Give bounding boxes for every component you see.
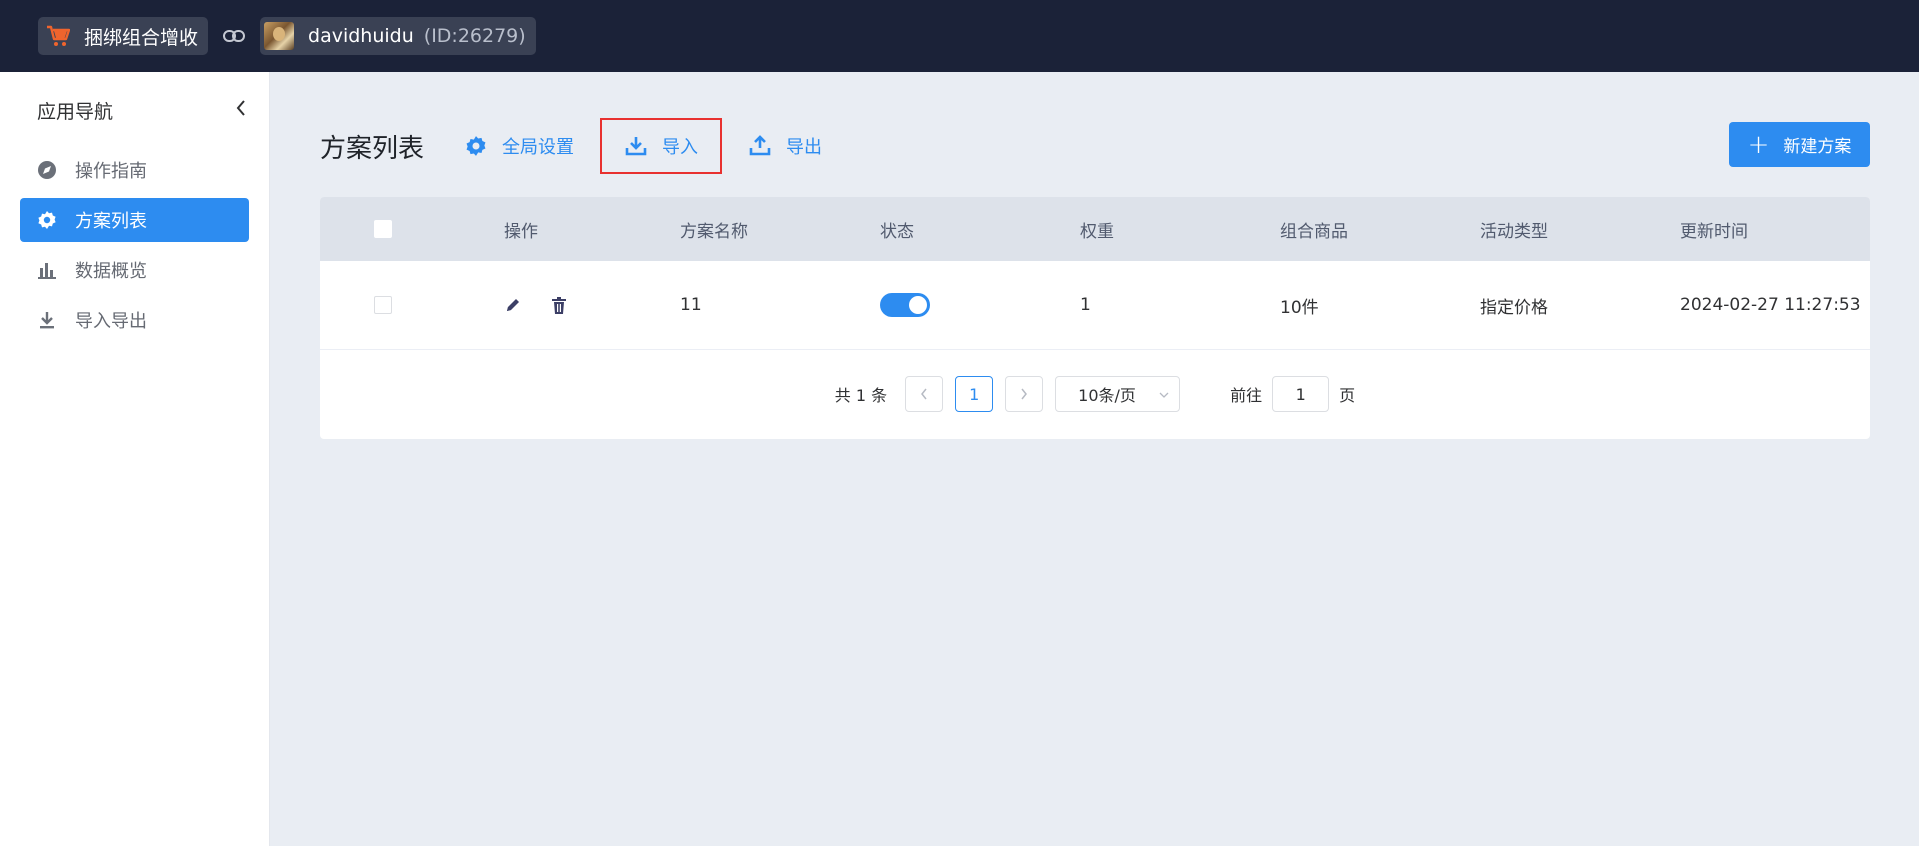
username: davidhuidu <box>308 25 414 47</box>
page-size-value: 10条/页 <box>1078 386 1136 405</box>
import-icon <box>624 134 648 158</box>
pagination: 共 1 条 1 10条/页 前往 1 页 <box>320 350 1870 438</box>
bar-chart-icon <box>36 259 58 281</box>
next-page-button[interactable] <box>1005 376 1044 412</box>
export-label: 导出 <box>786 137 823 158</box>
column-header: 操作 <box>504 221 538 242</box>
table-header: 操作 方案名称 状态 权重 组合商品 活动类型 更新时间 <box>320 197 1870 261</box>
edit-pencil-icon[interactable] <box>504 296 522 314</box>
table-row: 11 1 10件 指定价格 2024-02-27 11:27:53 <box>320 261 1870 350</box>
import-label: 导入 <box>662 137 699 158</box>
sidebar-header: 应用导航 <box>0 72 269 148</box>
column-header: 权重 <box>1080 221 1114 242</box>
export-button[interactable]: 导出 <box>726 118 844 174</box>
column-header: 方案名称 <box>680 221 748 242</box>
goto-suffix: 页 <box>1339 386 1356 405</box>
prev-page-button[interactable] <box>905 376 944 412</box>
sidebar-item-plan-list[interactable]: 方案列表 <box>20 198 249 242</box>
activity-type-cell: 指定价格 <box>1480 297 1548 318</box>
collapse-chevron-icon[interactable] <box>235 99 247 122</box>
sidebar-item-label: 方案列表 <box>75 211 147 232</box>
chevron-down-icon <box>1159 387 1169 401</box>
sidebar: 应用导航 操作指南 方案列表 数据概览 导入导出 <box>0 72 270 846</box>
sidebar-item-data-overview[interactable]: 数据概览 <box>20 248 249 292</box>
avatar <box>264 22 295 50</box>
column-header: 活动类型 <box>1480 221 1548 242</box>
import-button[interactable]: 导入 <box>600 118 723 174</box>
pagination-total: 共 1 条 <box>834 386 888 405</box>
plus-icon: + <box>1747 129 1770 160</box>
gear-icon <box>464 134 488 158</box>
sidebar-item-label: 导入导出 <box>75 311 147 332</box>
weight-cell: 1 <box>1080 295 1091 315</box>
goto-prefix: 前往 <box>1230 386 1263 405</box>
cart-icon <box>46 24 70 48</box>
new-plan-button[interactable]: + 新建方案 <box>1729 122 1870 167</box>
app-name: 捆绑组合增收 <box>84 26 199 49</box>
column-header: 组合商品 <box>1280 221 1348 242</box>
top-bar: 捆绑组合增收 davidhuidu (ID:26279) <box>0 0 1919 72</box>
export-icon <box>748 134 772 158</box>
column-header: 更新时间 <box>1680 221 1748 242</box>
status-toggle[interactable] <box>880 293 930 317</box>
sidebar-item-guide[interactable]: 操作指南 <box>20 148 249 192</box>
new-plan-label: 新建方案 <box>1783 137 1852 157</box>
link-icon <box>222 24 246 48</box>
page-size-select[interactable]: 10条/页 <box>1055 376 1181 412</box>
user-badge[interactable]: davidhuidu (ID:26279) <box>260 17 536 55</box>
page-title: 方案列表 <box>320 133 425 164</box>
page-number-button[interactable]: 1 <box>955 376 994 412</box>
toolbar: 方案列表 全局设置 导入 导出 <box>320 118 844 174</box>
sidebar-item-import-export[interactable]: 导入导出 <box>20 298 249 342</box>
global-settings-button[interactable]: 全局设置 <box>464 118 596 174</box>
column-header: 状态 <box>880 221 914 242</box>
sidebar-item-label: 操作指南 <box>75 161 147 182</box>
row-checkbox[interactable] <box>374 296 392 314</box>
main-content: 方案列表 全局设置 导入 导出 + 新建方案 操作 方案名称 状态 权重 组合商… <box>270 72 1919 846</box>
download-icon <box>36 309 58 331</box>
products-cell: 10件 <box>1280 297 1319 318</box>
plan-name-cell: 11 <box>680 295 702 315</box>
app-badge[interactable]: 捆绑组合增收 <box>38 17 209 55</box>
goto-page-input[interactable]: 1 <box>1272 376 1330 412</box>
delete-trash-icon[interactable] <box>550 296 568 314</box>
user-id: (ID:26279) <box>423 25 526 47</box>
select-all-checkbox[interactable] <box>374 220 392 238</box>
sidebar-title: 应用导航 <box>37 100 114 123</box>
global-settings-label: 全局设置 <box>502 137 575 158</box>
plan-table: 操作 方案名称 状态 权重 组合商品 活动类型 更新时间 11 1 10件 指定… <box>320 197 1870 439</box>
sidebar-item-label: 数据概览 <box>75 261 147 282</box>
updated-time-cell: 2024-02-27 11:27:53 <box>1680 295 1861 315</box>
gear-icon <box>36 209 58 231</box>
compass-icon <box>36 159 58 181</box>
